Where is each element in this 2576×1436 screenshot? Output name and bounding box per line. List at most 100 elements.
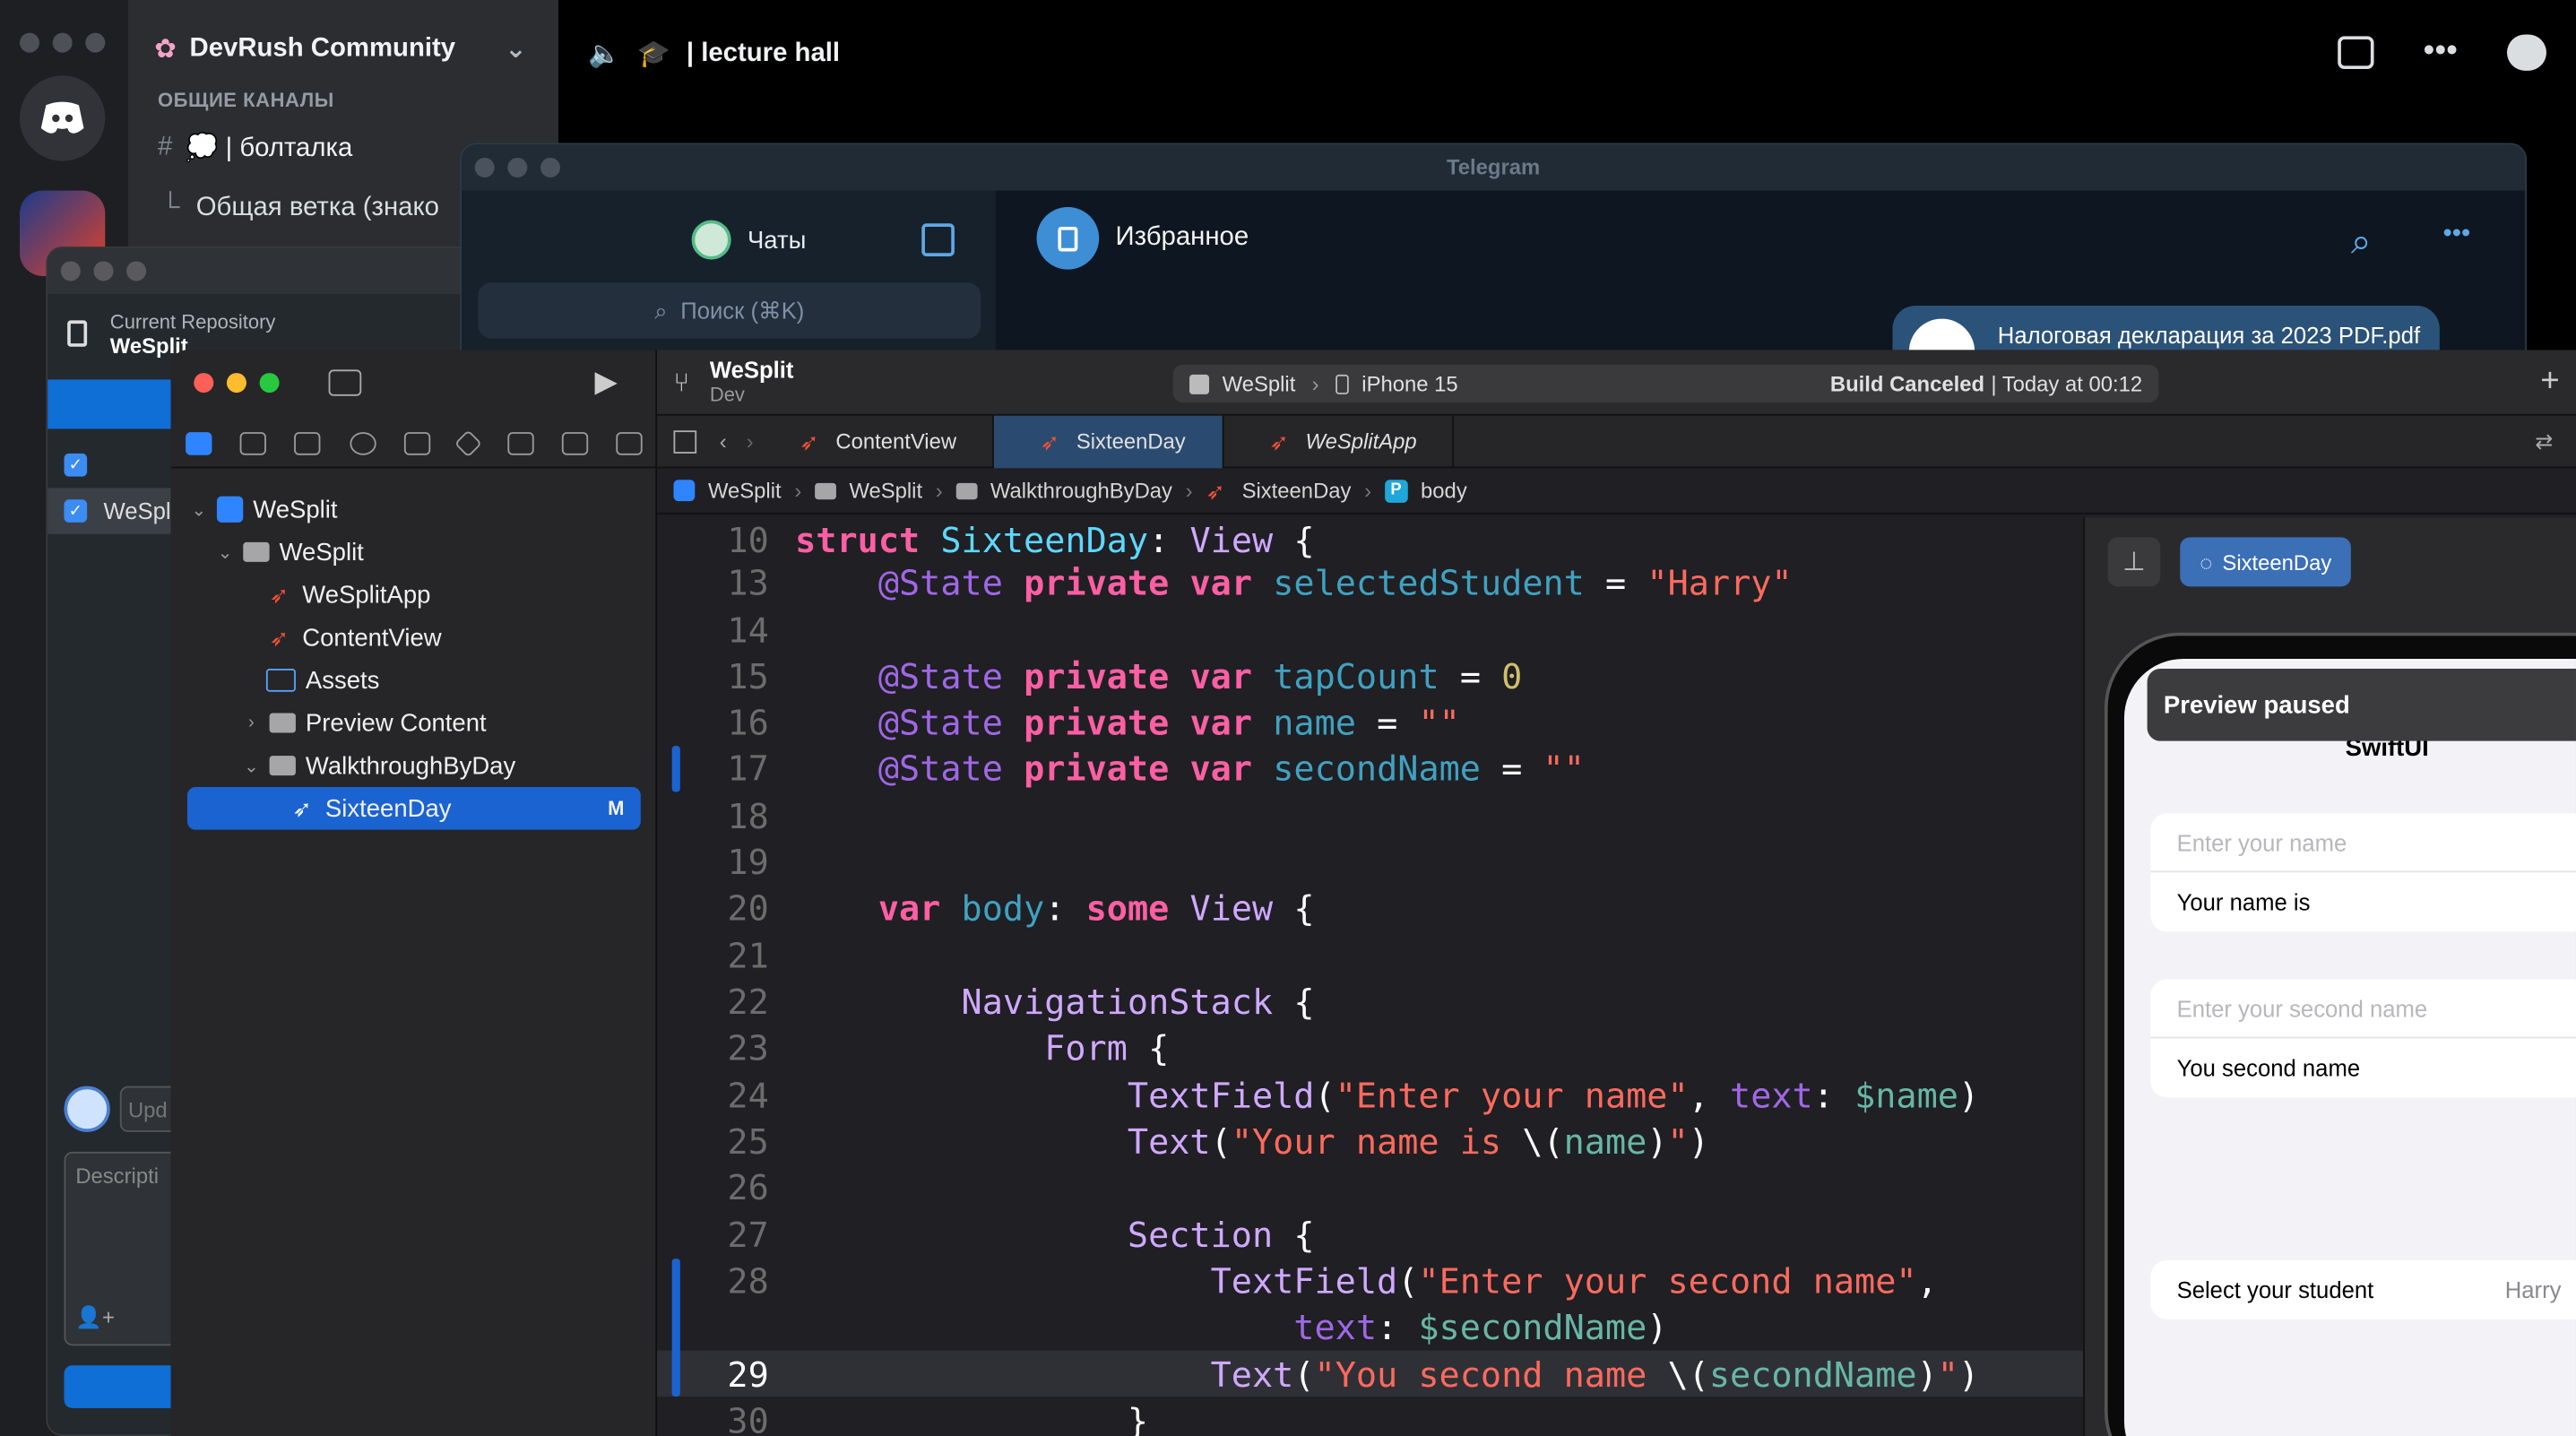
search-icon[interactable]: ⌕: [2351, 221, 2372, 264]
checkbox-icon[interactable]: ✓: [64, 453, 88, 477]
description-placeholder: Descripti: [75, 1163, 160, 1189]
iphone-icon: [1335, 374, 1349, 394]
zoom-button[interactable]: [85, 32, 106, 53]
close-button[interactable]: [60, 261, 81, 281]
target-name[interactable]: WeSplit: [1223, 371, 1296, 395]
close-button[interactable]: [474, 157, 495, 177]
tab-wesplitapp[interactable]: ➶ WeSplitApp: [1223, 414, 1455, 468]
compose-icon[interactable]: [921, 223, 955, 256]
chats-header[interactable]: Чаты: [691, 220, 806, 260]
more-icon[interactable]: •••: [2443, 221, 2471, 250]
picker-value: Harry: [2504, 1276, 2562, 1303]
minimize-button[interactable]: [507, 157, 528, 177]
chat-bubble-icon[interactable]: [2507, 33, 2546, 70]
breadcrumb-item[interactable]: WeSplit: [849, 478, 922, 502]
student-picker[interactable]: Select your student Harry: [2150, 1259, 2576, 1319]
minimize-button[interactable]: [93, 261, 114, 281]
breadcrumb-item[interactable]: body: [1421, 478, 1467, 502]
grid-icon[interactable]: [673, 429, 697, 453]
chat-header[interactable]: Избранное: [1036, 206, 1249, 270]
run-icon[interactable]: ▶: [595, 365, 618, 399]
breakpoint-icon[interactable]: [561, 431, 589, 454]
preview-paused-banner[interactable]: Preview paused: [2147, 669, 2576, 741]
tree-label: WeSplitApp: [302, 580, 431, 610]
paused-label: Preview paused: [2163, 691, 2350, 720]
pin-icon[interactable]: ⊥: [2107, 537, 2161, 587]
breadcrumb-item[interactable]: WeSplit: [708, 478, 782, 502]
zoom-button[interactable]: [126, 261, 147, 281]
search-icon[interactable]: [349, 431, 376, 454]
source-control-icon[interactable]: [239, 431, 266, 454]
channel-label: 💭 | болталка: [185, 134, 353, 163]
tab-sixteenday[interactable]: ➶ SixteenDay: [994, 414, 1223, 468]
navigator-toolbar: ▶: [171, 350, 658, 415]
debug-icon[interactable]: [506, 431, 534, 454]
chevron-down-icon: ⌄: [505, 36, 527, 65]
folder-icon[interactable]: [185, 431, 212, 454]
tree-file[interactable]: ➶ WeSplitApp: [171, 574, 658, 617]
sidebar-toggle-icon[interactable]: [328, 369, 362, 396]
app-target-icon: [1189, 374, 1210, 394]
channel-item[interactable]: # 💭 | болталка: [158, 132, 352, 165]
thread-label: Общая ветка (знако: [195, 194, 439, 222]
forward-icon[interactable]: ›: [747, 428, 754, 453]
swift-file-icon: ➶: [1040, 428, 1060, 454]
device-name[interactable]: iPhone 15: [1361, 371, 1457, 395]
activity-status: WeSplit › iPhone 15 Build Canceled | Tod…: [1172, 364, 2159, 403]
line-number: 15: [727, 657, 769, 697]
code-line: TextField("Enter your second name",: [1210, 1261, 1938, 1302]
name-field[interactable]: Enter your name: [2150, 813, 2576, 873]
tree-group[interactable]: ⌄ WeSplit: [171, 531, 658, 574]
line-number: 25: [727, 1121, 769, 1162]
code-line: Text("Your name is \(name)"): [1127, 1121, 1709, 1162]
tree-label: SixteenDay: [324, 794, 452, 823]
breadcrumb-item[interactable]: SixteenDay: [1242, 478, 1352, 502]
tree-project[interactable]: ⌄ WeSplit: [171, 488, 658, 531]
close-button[interactable]: [194, 373, 214, 394]
close-button[interactable]: [19, 32, 39, 53]
code-line: TextField("Enter your name", text: $name…: [1127, 1076, 1980, 1116]
channel-category[interactable]: ОБЩИЕ КАНАЛЫ: [158, 89, 334, 112]
zoom-button[interactable]: [259, 373, 280, 394]
tree-file-selected[interactable]: ➶ SixteenDay M: [186, 787, 641, 830]
chevron-down-icon: ⌄: [243, 757, 259, 777]
tree-file[interactable]: ➶ ContentView: [171, 616, 658, 659]
discord-home-icon[interactable]: [19, 75, 106, 161]
window-controls: [19, 32, 106, 53]
inbox-icon[interactable]: [2338, 35, 2374, 69]
desktop: ✿ DevRush Community ⌄ ОБЩИЕ КАНАЛЫ # 💭 |…: [0, 0, 2576, 1436]
tree-folder[interactable]: › Preview Content: [171, 702, 658, 745]
tree-folder[interactable]: ⌄ WalkthroughByDay: [171, 744, 658, 787]
minimize-button[interactable]: [52, 32, 73, 53]
server-name[interactable]: ✿ DevRush Community ⌄: [154, 33, 526, 66]
report-icon[interactable]: [616, 431, 644, 454]
scheme-selector[interactable]: WeSplit Dev: [710, 357, 794, 406]
test-icon[interactable]: [454, 428, 483, 457]
breadcrumb-item[interactable]: WalkthroughByDay: [990, 478, 1172, 502]
picker-label: Select your student: [2176, 1276, 2374, 1303]
thread-item[interactable]: └ Общая ветка (знако: [161, 194, 439, 223]
preview-tag-button[interactable]: ◌ SixteenDay: [2180, 537, 2352, 587]
xcode-toolbar: ⑂ WeSplit Dev WeSplit › iPhone 15 Build …: [657, 350, 2576, 416]
tab-contentview[interactable]: ➶ ContentView: [754, 414, 995, 468]
checkbox-icon[interactable]: ✓: [64, 499, 88, 523]
add-coauthor-icon[interactable]: 👤+: [75, 1304, 115, 1330]
bookmark-icon[interactable]: [294, 431, 321, 454]
split-icon[interactable]: ⇄: [2535, 428, 2553, 454]
back-icon[interactable]: ‹: [720, 428, 727, 453]
warning-icon[interactable]: [403, 431, 431, 454]
chat-title: Избранное: [1115, 223, 1249, 252]
minimize-button[interactable]: [226, 373, 246, 394]
zoom-button[interactable]: [540, 157, 561, 177]
add-icon[interactable]: +: [2540, 363, 2559, 401]
search-input[interactable]: ⌕ Поиск (⌘K): [478, 282, 981, 339]
profile-avatar[interactable]: [691, 220, 731, 260]
chevron-right-icon: ›: [1311, 371, 1319, 396]
xcode-project-icon: [216, 496, 244, 523]
swift-file-icon: ➶: [269, 581, 290, 609]
line-number: 13: [727, 563, 769, 603]
code-editor[interactable]: 10 13 14 15 16 17 18 19 20 21 22 23 24 2…: [657, 517, 2084, 1436]
second-name-field[interactable]: Enter your second name: [2150, 979, 2576, 1039]
more-icon[interactable]: •••: [2423, 33, 2458, 71]
tree-file[interactable]: Assets: [171, 659, 658, 702]
